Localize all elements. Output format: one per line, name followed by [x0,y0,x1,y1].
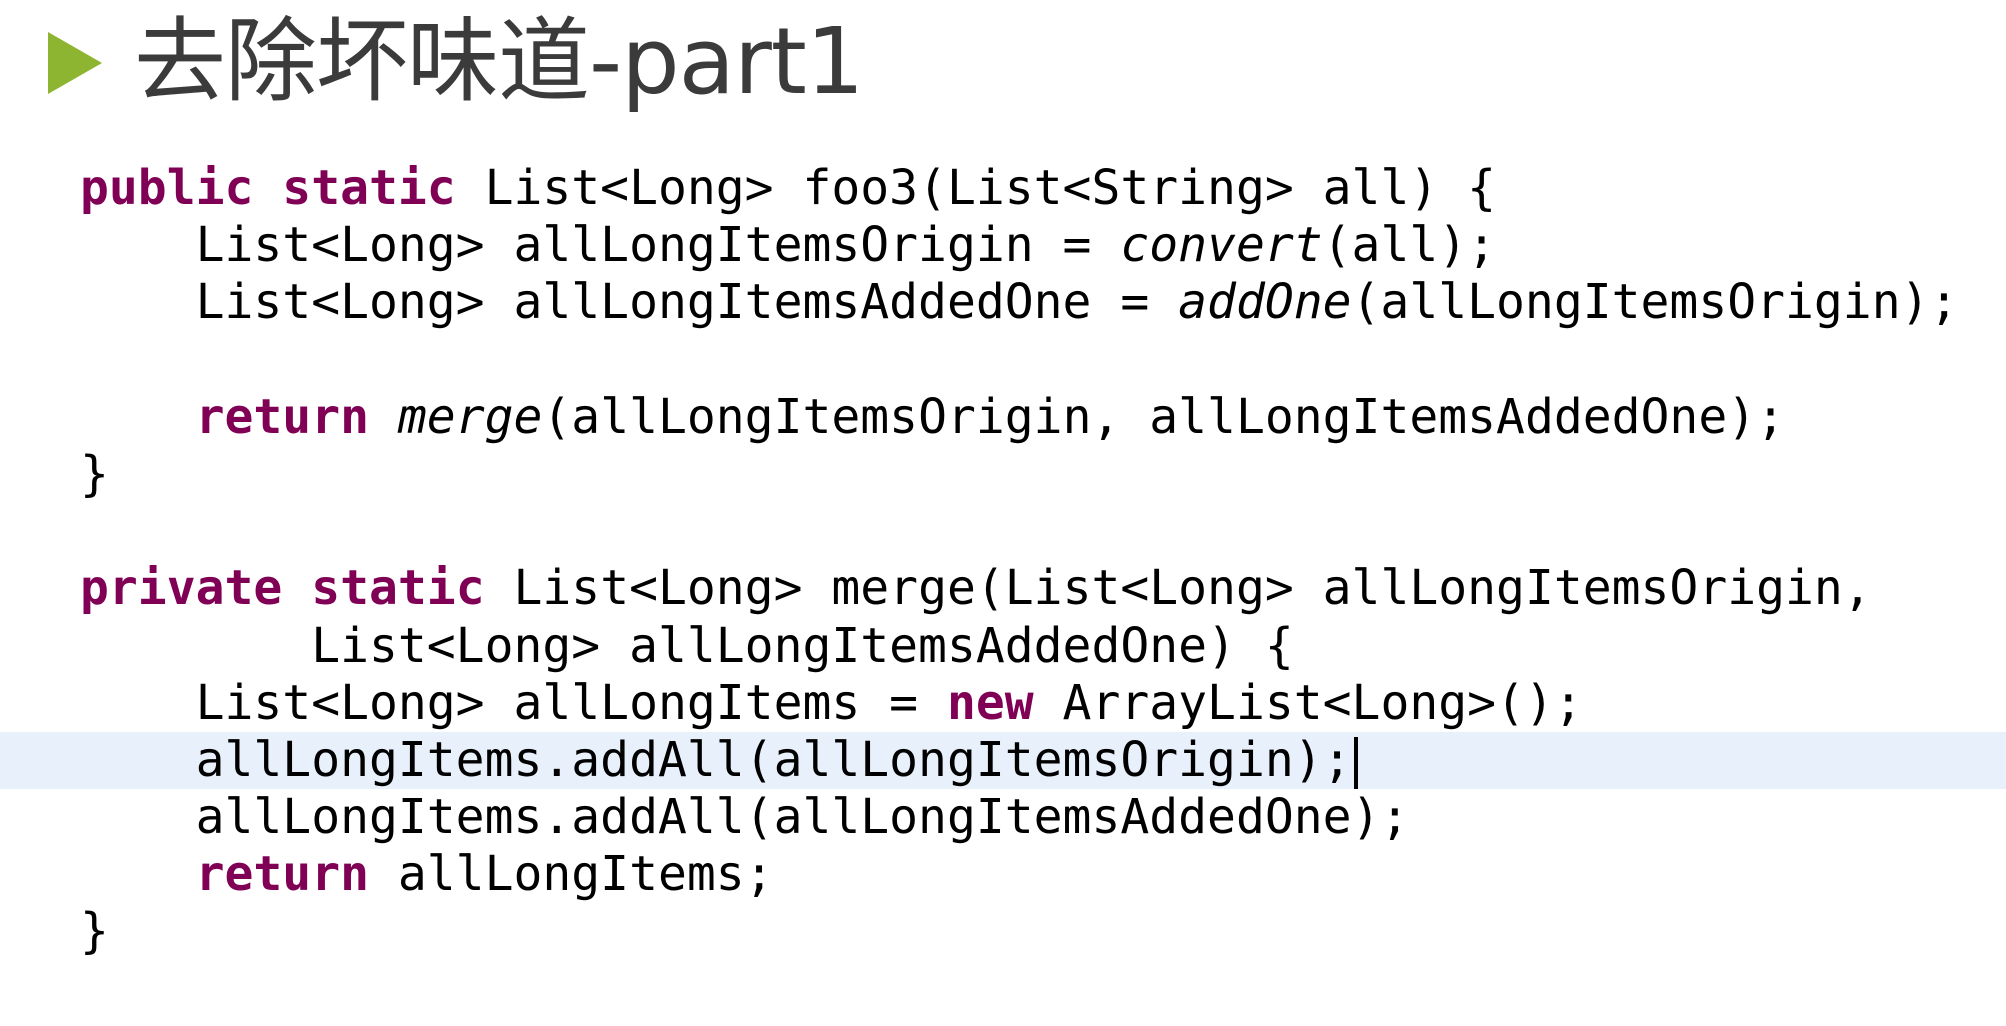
code-line[interactable]: private static List<Long> merge(List<Lon… [0,560,2006,617]
code-keyword: public [80,160,254,216]
code-text: allLongItems; [368,846,774,903]
code-text: (all); [1322,217,1497,274]
code-line[interactable] [0,332,2006,389]
code-line[interactable]: List<Long> allLongItemsAddedOne) { [0,618,2006,675]
code-text: ArrayList<Long>(); [1033,674,1583,731]
code-keyword: static [282,160,456,216]
code-text: List<Long> allLongItemsAddedOne = [195,274,1179,331]
code-text: List<Long> foo3(List<String> all) { [455,160,1497,216]
code-line-current[interactable]: allLongItems.addAll(allLongItemsOrigin); [0,731,2006,790]
code-method-call: convert [1120,217,1323,274]
code-text: } [80,903,109,960]
code-line[interactable]: List<Long> allLongItems = new ArrayList<… [0,675,2006,732]
code-keyword: new [946,674,1034,731]
code-keyword: return [195,388,369,445]
slide-title: 去除坏味道-part1 [134,8,864,115]
code-method-call: addOne [1178,274,1352,331]
code-text: allLongItems.addAll(allLongItemsOrigin); [195,731,1352,788]
code-text: (allLongItemsOrigin); [1351,274,1959,331]
code-keyword: static [311,560,485,617]
code-method-call: merge [397,388,543,445]
code-keyword: return [195,846,369,903]
code-text: allLongItems.addAll(allLongItemsAddedOne… [195,789,1410,846]
code-line[interactable]: } [0,446,2006,503]
code-line[interactable]: allLongItems.addAll(allLongItemsAddedOne… [0,789,2006,846]
code-line[interactable]: return allLongItems; [0,846,2006,903]
text-cursor [1353,736,1358,789]
code-block[interactable]: public static List<Long> foo3(List<Strin… [0,160,2006,961]
code-text: } [80,445,109,502]
code-line[interactable] [0,503,2006,560]
code-text: (allLongItemsOrigin, allLongItemsAddedOn… [542,388,1786,445]
triangle-bullet-icon [48,32,102,94]
code-text: List<Long> allLongItems = [195,674,947,731]
code-line[interactable]: public static List<Long> foo3(List<Strin… [0,160,2006,217]
code-line[interactable]: List<Long> allLongItemsAddedOne = addOne… [0,274,2006,331]
code-keyword: private [80,560,283,617]
code-line[interactable]: return merge(allLongItemsOrigin, allLong… [0,389,2006,446]
code-text: List<Long> merge(List<Long> allLongItems… [484,560,1872,617]
code-text: List<Long> allLongItemsOrigin = [195,217,1121,274]
code-line[interactable]: List<Long> allLongItemsOrigin = convert(… [0,217,2006,274]
slide: 去除坏味道-part1 public static List<Long> foo… [0,0,2006,1026]
code-line[interactable]: } [0,903,2006,960]
code-text: List<Long> allLongItemsAddedOne) { [311,617,1294,674]
